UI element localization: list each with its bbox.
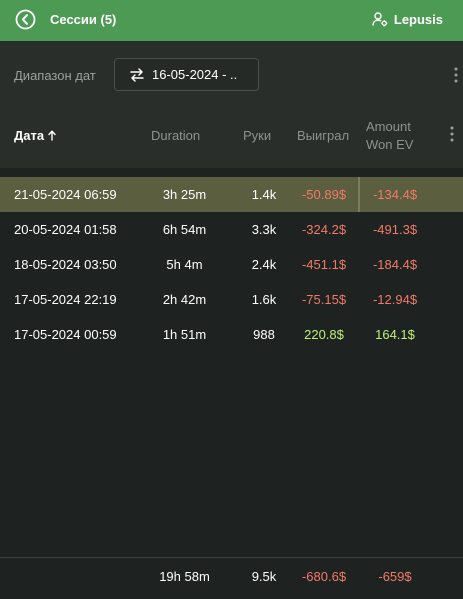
back-arrow-icon [15, 9, 36, 30]
table-row[interactable]: 17-05-2024 00:59 1h 51m 988 220.8$ 164.1… [0, 317, 463, 352]
column-label-ev-line1: Amount [366, 119, 411, 134]
back-button[interactable] [15, 9, 36, 30]
app-header: Сессии (5) Lepusis [0, 0, 463, 41]
cell-hands: 3.3k [251, 222, 277, 237]
cell-hands: 1.4k [251, 187, 277, 202]
user-account-button[interactable]: Lepusis [372, 11, 443, 27]
cell-duration: 6h 54m [162, 222, 207, 237]
user-settings-icon [372, 12, 388, 27]
date-range-label: Диапазон дат [14, 68, 96, 83]
cell-amount-won-ev: -12.94$ [372, 292, 418, 307]
column-header-amount-won-ev[interactable]: Amount Won EV [366, 118, 413, 154]
sessions-table: 21-05-2024 06:59 3h 25m 1.4k -50.89$ -13… [0, 168, 463, 557]
cell-hands: 2.4k [251, 257, 277, 272]
column-label-date: Дата [14, 128, 45, 143]
cell-date: 21-05-2024 06:59 [14, 187, 117, 202]
cell-date: 17-05-2024 00:59 [14, 327, 117, 342]
more-vertical-icon [450, 126, 454, 142]
cell-won: -75.15$ [301, 292, 347, 307]
total-amount-won-ev: -659$ [378, 569, 412, 584]
cell-won: 220.8$ [304, 327, 344, 342]
more-vertical-icon [454, 67, 458, 83]
cell-amount-won-ev: -184.4$ [372, 257, 418, 272]
user-name: Lepusis [393, 11, 443, 27]
cell-hands: 1.6k [251, 292, 277, 307]
filter-more-button[interactable] [453, 66, 459, 84]
cell-won: -50.89$ [301, 187, 347, 202]
column-header-hands[interactable]: Руки [243, 128, 271, 143]
cell-date: 17-05-2024 22:19 [14, 292, 117, 307]
cell-amount-won-ev: -491.3$ [372, 222, 418, 237]
cell-date: 20-05-2024 01:58 [14, 222, 117, 237]
table-row[interactable]: 18-05-2024 03:50 5h 4m 2.4k -451.1$ -184… [0, 247, 463, 282]
date-range-button[interactable]: 16-05-2024 - .. [114, 58, 259, 91]
total-won: -680.6$ [301, 569, 347, 584]
cell-duration: 5h 4m [166, 257, 203, 272]
swap-arrows-icon [130, 67, 144, 82]
table-row[interactable]: 20-05-2024 01:58 6h 54m 3.3k -324.2$ -49… [0, 212, 463, 247]
cell-amount-won-ev: 164.1$ [375, 327, 415, 342]
totals-row: 19h 58m 9.5k -680.6$ -659$ [0, 557, 463, 599]
cell-duration: 2h 42m [162, 292, 207, 307]
cell-hands: 988 [253, 327, 275, 342]
cell-won: -451.1$ [301, 257, 347, 272]
table-row[interactable]: 17-05-2024 22:19 2h 42m 1.6k -75.15$ -12… [0, 282, 463, 317]
table-row[interactable]: 21-05-2024 06:59 3h 25m 1.4k -50.89$ -13… [0, 177, 463, 212]
column-label-ev-line2: Won EV [366, 137, 414, 152]
date-range-value: 16-05-2024 - .. [152, 67, 238, 82]
cell-duration: 1h 51m [162, 327, 207, 342]
page-title: Сессии (5) [50, 12, 117, 27]
columns-more-button[interactable] [449, 125, 455, 143]
sort-ascending-icon [48, 130, 56, 141]
cell-amount-won-ev: -134.4$ [372, 187, 418, 202]
total-hands: 9.5k [251, 569, 277, 584]
column-header-won[interactable]: Выиграл [297, 128, 349, 143]
cell-date: 18-05-2024 03:50 [14, 257, 117, 272]
cell-duration: 3h 25m [162, 187, 207, 202]
total-duration: 19h 58m [159, 569, 210, 584]
column-header-date[interactable]: Дата [14, 128, 56, 143]
cell-won: -324.2$ [301, 222, 347, 237]
column-header-duration[interactable]: Duration [151, 128, 200, 143]
